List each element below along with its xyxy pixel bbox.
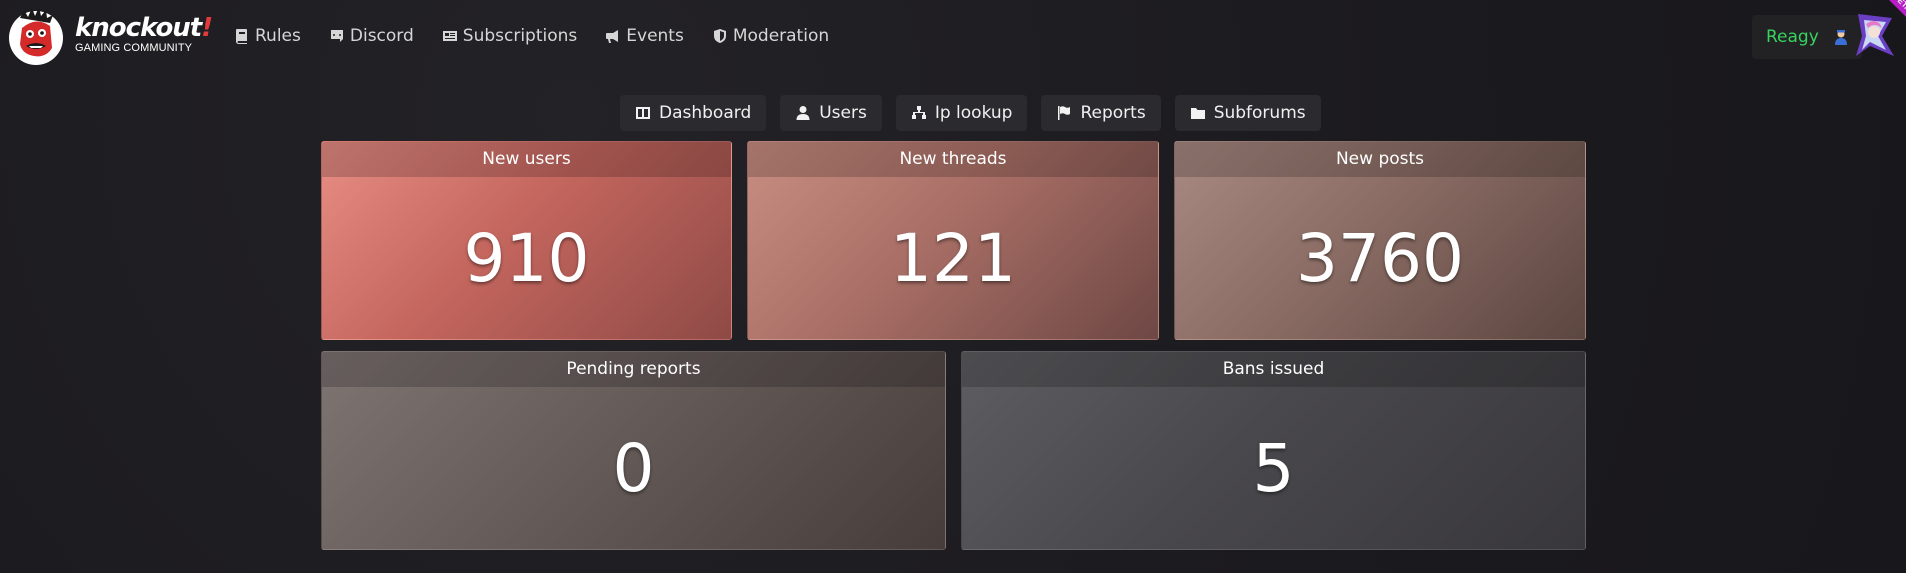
tab-reports[interactable]: Reports [1041,95,1161,131]
stat-card-bans-issued: Bans issued 5 [961,351,1586,550]
user-icon [796,106,810,120]
tab-ip-lookup[interactable]: Ip lookup [895,95,1028,131]
stat-label: New threads [748,142,1158,177]
nav-events-label: Events [626,26,684,46]
tab-dashboard[interactable]: Dashboard [620,95,767,131]
folder-icon [1190,108,1205,119]
tab-users-label: Users [819,103,867,123]
nav-subscriptions[interactable]: Subscriptions [442,26,577,46]
stat-value: 3760 [1296,220,1464,297]
flag-icon [1058,106,1071,120]
book-icon [236,29,247,44]
knockout-logo[interactable] [6,6,66,66]
tab-users[interactable]: Users [780,95,882,131]
tab-subforums[interactable]: Subforums [1174,95,1321,131]
nav-events[interactable]: Events [605,26,684,46]
stat-value: 5 [1252,430,1295,507]
newspaper-icon [442,31,457,41]
tab-reports-label: Reports [1080,103,1146,123]
stat-value: 121 [890,220,1016,297]
nav-rules[interactable]: Rules [234,26,301,46]
stat-label: Bans issued [962,352,1585,387]
tab-dashboard-label: Dashboard [659,103,752,123]
nav-discord-label: Discord [349,26,414,46]
stat-card-new-users: New users 910 [321,141,732,340]
megaphone-icon [606,30,619,43]
stat-label: Pending reports [322,352,945,387]
nav-rules-label: Rules [255,26,301,46]
brand-title: knockout! [75,13,213,43]
username: Reagy [1766,27,1819,47]
main-nav: Rules Discord Subscriptions Events Moder… [234,26,857,46]
stat-value: 0 [612,430,655,507]
brand-text[interactable]: knockout! GAMING COMMUNITY [75,13,213,54]
top-navigation-bar: knockout! GAMING COMMUNITY Rules Discord… [0,0,1906,75]
network-icon [911,106,926,119]
stat-value: 910 [463,220,590,297]
nav-discord[interactable]: Discord [329,26,414,46]
stat-label: New users [322,142,731,177]
discord-icon [330,30,343,42]
shield-icon [713,29,726,43]
admin-tabs: Dashboard Users Ip lookup Reports Subfor… [620,95,1335,131]
columns-icon [636,107,650,119]
avatar[interactable] [1852,10,1898,60]
stat-label: New posts [1175,142,1585,177]
nav-subscriptions-label: Subscriptions [462,26,578,46]
brand-subtitle: GAMING COMMUNITY [75,42,193,54]
stat-card-new-posts: New posts 3760 [1174,141,1586,340]
nav-moderation-label: Moderation [732,26,830,46]
moderator-badge-icon [1835,30,1847,45]
tab-ip-lookup-label: Ip lookup [934,103,1013,123]
nav-moderation[interactable]: Moderation [712,26,829,46]
stat-card-pending-reports: Pending reports 0 [321,351,946,550]
tab-subforums-label: Subforums [1213,103,1306,123]
stat-card-new-threads: New threads 121 [747,141,1159,340]
